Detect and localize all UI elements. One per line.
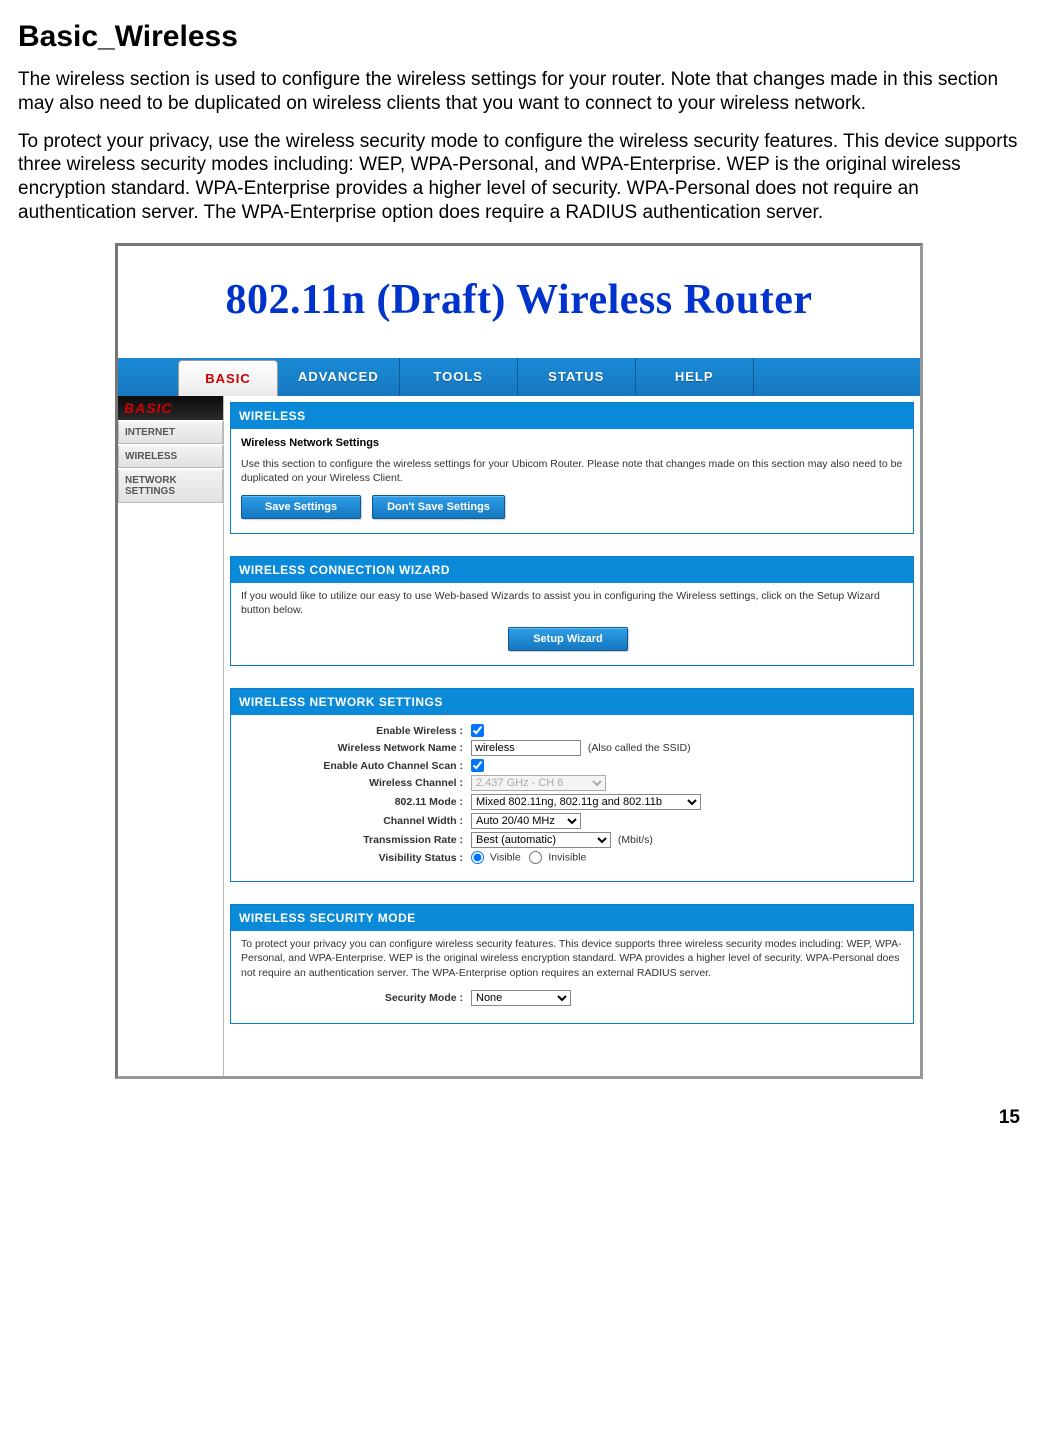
visibility-visible-radio[interactable] bbox=[471, 851, 484, 864]
panel-wizard: WIRELESS CONNECTION WIZARD If you would … bbox=[230, 556, 914, 666]
label-channel-width: Channel Width : bbox=[241, 815, 471, 827]
visibility-visible-label: Visible bbox=[490, 851, 521, 863]
auto-channel-scan-checkbox[interactable] bbox=[471, 759, 484, 772]
content-area: WIRELESS Wireless Network Settings Use t… bbox=[224, 396, 920, 1076]
router-banner: 802.11n (Draft) Wireless Router bbox=[118, 246, 920, 358]
channel-width-select[interactable]: Auto 20/40 MHz bbox=[471, 813, 581, 829]
panel-security-mode-title: WIRELESS SECURITY MODE bbox=[231, 905, 913, 931]
rate-hint: (Mbit/s) bbox=[618, 834, 653, 846]
label-enable-wireless: Enable Wireless : bbox=[241, 725, 471, 737]
visibility-invisible-radio[interactable] bbox=[529, 851, 542, 864]
page-title: Basic_Wireless bbox=[18, 20, 1020, 54]
ssid-hint: (Also called the SSID) bbox=[588, 742, 691, 754]
dont-save-settings-button[interactable]: Don't Save Settings bbox=[372, 495, 505, 519]
tab-help[interactable]: HELP bbox=[636, 358, 754, 396]
label-transmission-rate: Transmission Rate : bbox=[241, 834, 471, 846]
tab-basic[interactable]: BASIC bbox=[178, 360, 278, 396]
page-number: 15 bbox=[18, 1107, 1020, 1129]
tab-status[interactable]: STATUS bbox=[518, 358, 636, 396]
ssid-input[interactable] bbox=[471, 740, 581, 756]
intro-paragraph-2: To protect your privacy, use the wireles… bbox=[18, 130, 1020, 225]
label-ssid: Wireless Network Name : bbox=[241, 742, 471, 754]
tabbar-spacer bbox=[118, 358, 178, 396]
panel-wizard-title: WIRELESS CONNECTION WIZARD bbox=[231, 557, 913, 583]
sidebar-title: BASIC bbox=[118, 396, 223, 420]
tab-advanced[interactable]: ADVANCED bbox=[278, 358, 400, 396]
security-mode-select[interactable]: None bbox=[471, 990, 571, 1006]
sidebar-item-wireless[interactable]: WIRELESS bbox=[118, 445, 223, 468]
wireless-channel-select[interactable]: 2.437 GHz - CH 6 bbox=[471, 775, 606, 791]
save-settings-button[interactable]: Save Settings bbox=[241, 495, 361, 519]
sidebar: BASIC INTERNET WIRELESS NETWORK SETTINGS bbox=[118, 396, 224, 1076]
label-wireless-channel: Wireless Channel : bbox=[241, 777, 471, 789]
panel-network-settings-title: WIRELESS NETWORK SETTINGS bbox=[231, 689, 913, 715]
label-security-mode: Security Mode : bbox=[241, 992, 471, 1004]
visibility-invisible-label: Invisible bbox=[548, 851, 586, 863]
setup-wizard-button[interactable]: Setup Wizard bbox=[508, 627, 628, 651]
panel-wireless-title: WIRELESS bbox=[231, 403, 913, 429]
panel-security-mode: WIRELESS SECURITY MODE To protect your p… bbox=[230, 904, 914, 1024]
sidebar-item-internet[interactable]: INTERNET bbox=[118, 421, 223, 444]
panel-network-settings: WIRELESS NETWORK SETTINGS Enable Wireles… bbox=[230, 688, 914, 882]
panel-wireless: WIRELESS Wireless Network Settings Use t… bbox=[230, 402, 914, 534]
panel-wizard-desc: If you would like to utilize our easy to… bbox=[241, 589, 903, 617]
tabbar-fill bbox=[754, 358, 920, 396]
router-banner-title: 802.11n (Draft) Wireless Router bbox=[128, 276, 910, 324]
label-80211-mode: 802.11 Mode : bbox=[241, 796, 471, 808]
panel-wireless-subtitle: Wireless Network Settings bbox=[231, 429, 913, 451]
label-auto-channel-scan: Enable Auto Channel Scan : bbox=[241, 760, 471, 772]
tab-tools[interactable]: TOOLS bbox=[400, 358, 518, 396]
transmission-rate-select[interactable]: Best (automatic) bbox=[471, 832, 611, 848]
panel-security-desc: To protect your privacy you can configur… bbox=[241, 937, 903, 980]
intro-paragraph-1: The wireless section is used to configur… bbox=[18, 68, 1020, 116]
80211-mode-select[interactable]: Mixed 802.11ng, 802.11g and 802.11b bbox=[471, 794, 701, 810]
panel-wireless-desc: Use this section to configure the wirele… bbox=[241, 457, 903, 485]
enable-wireless-checkbox[interactable] bbox=[471, 724, 484, 737]
label-visibility-status: Visibility Status : bbox=[241, 852, 471, 864]
router-screenshot: 802.11n (Draft) Wireless Router BASIC AD… bbox=[115, 243, 923, 1079]
tab-bar: BASIC ADVANCED TOOLS STATUS HELP bbox=[118, 358, 920, 396]
sidebar-item-network-settings[interactable]: NETWORK SETTINGS bbox=[118, 469, 223, 503]
